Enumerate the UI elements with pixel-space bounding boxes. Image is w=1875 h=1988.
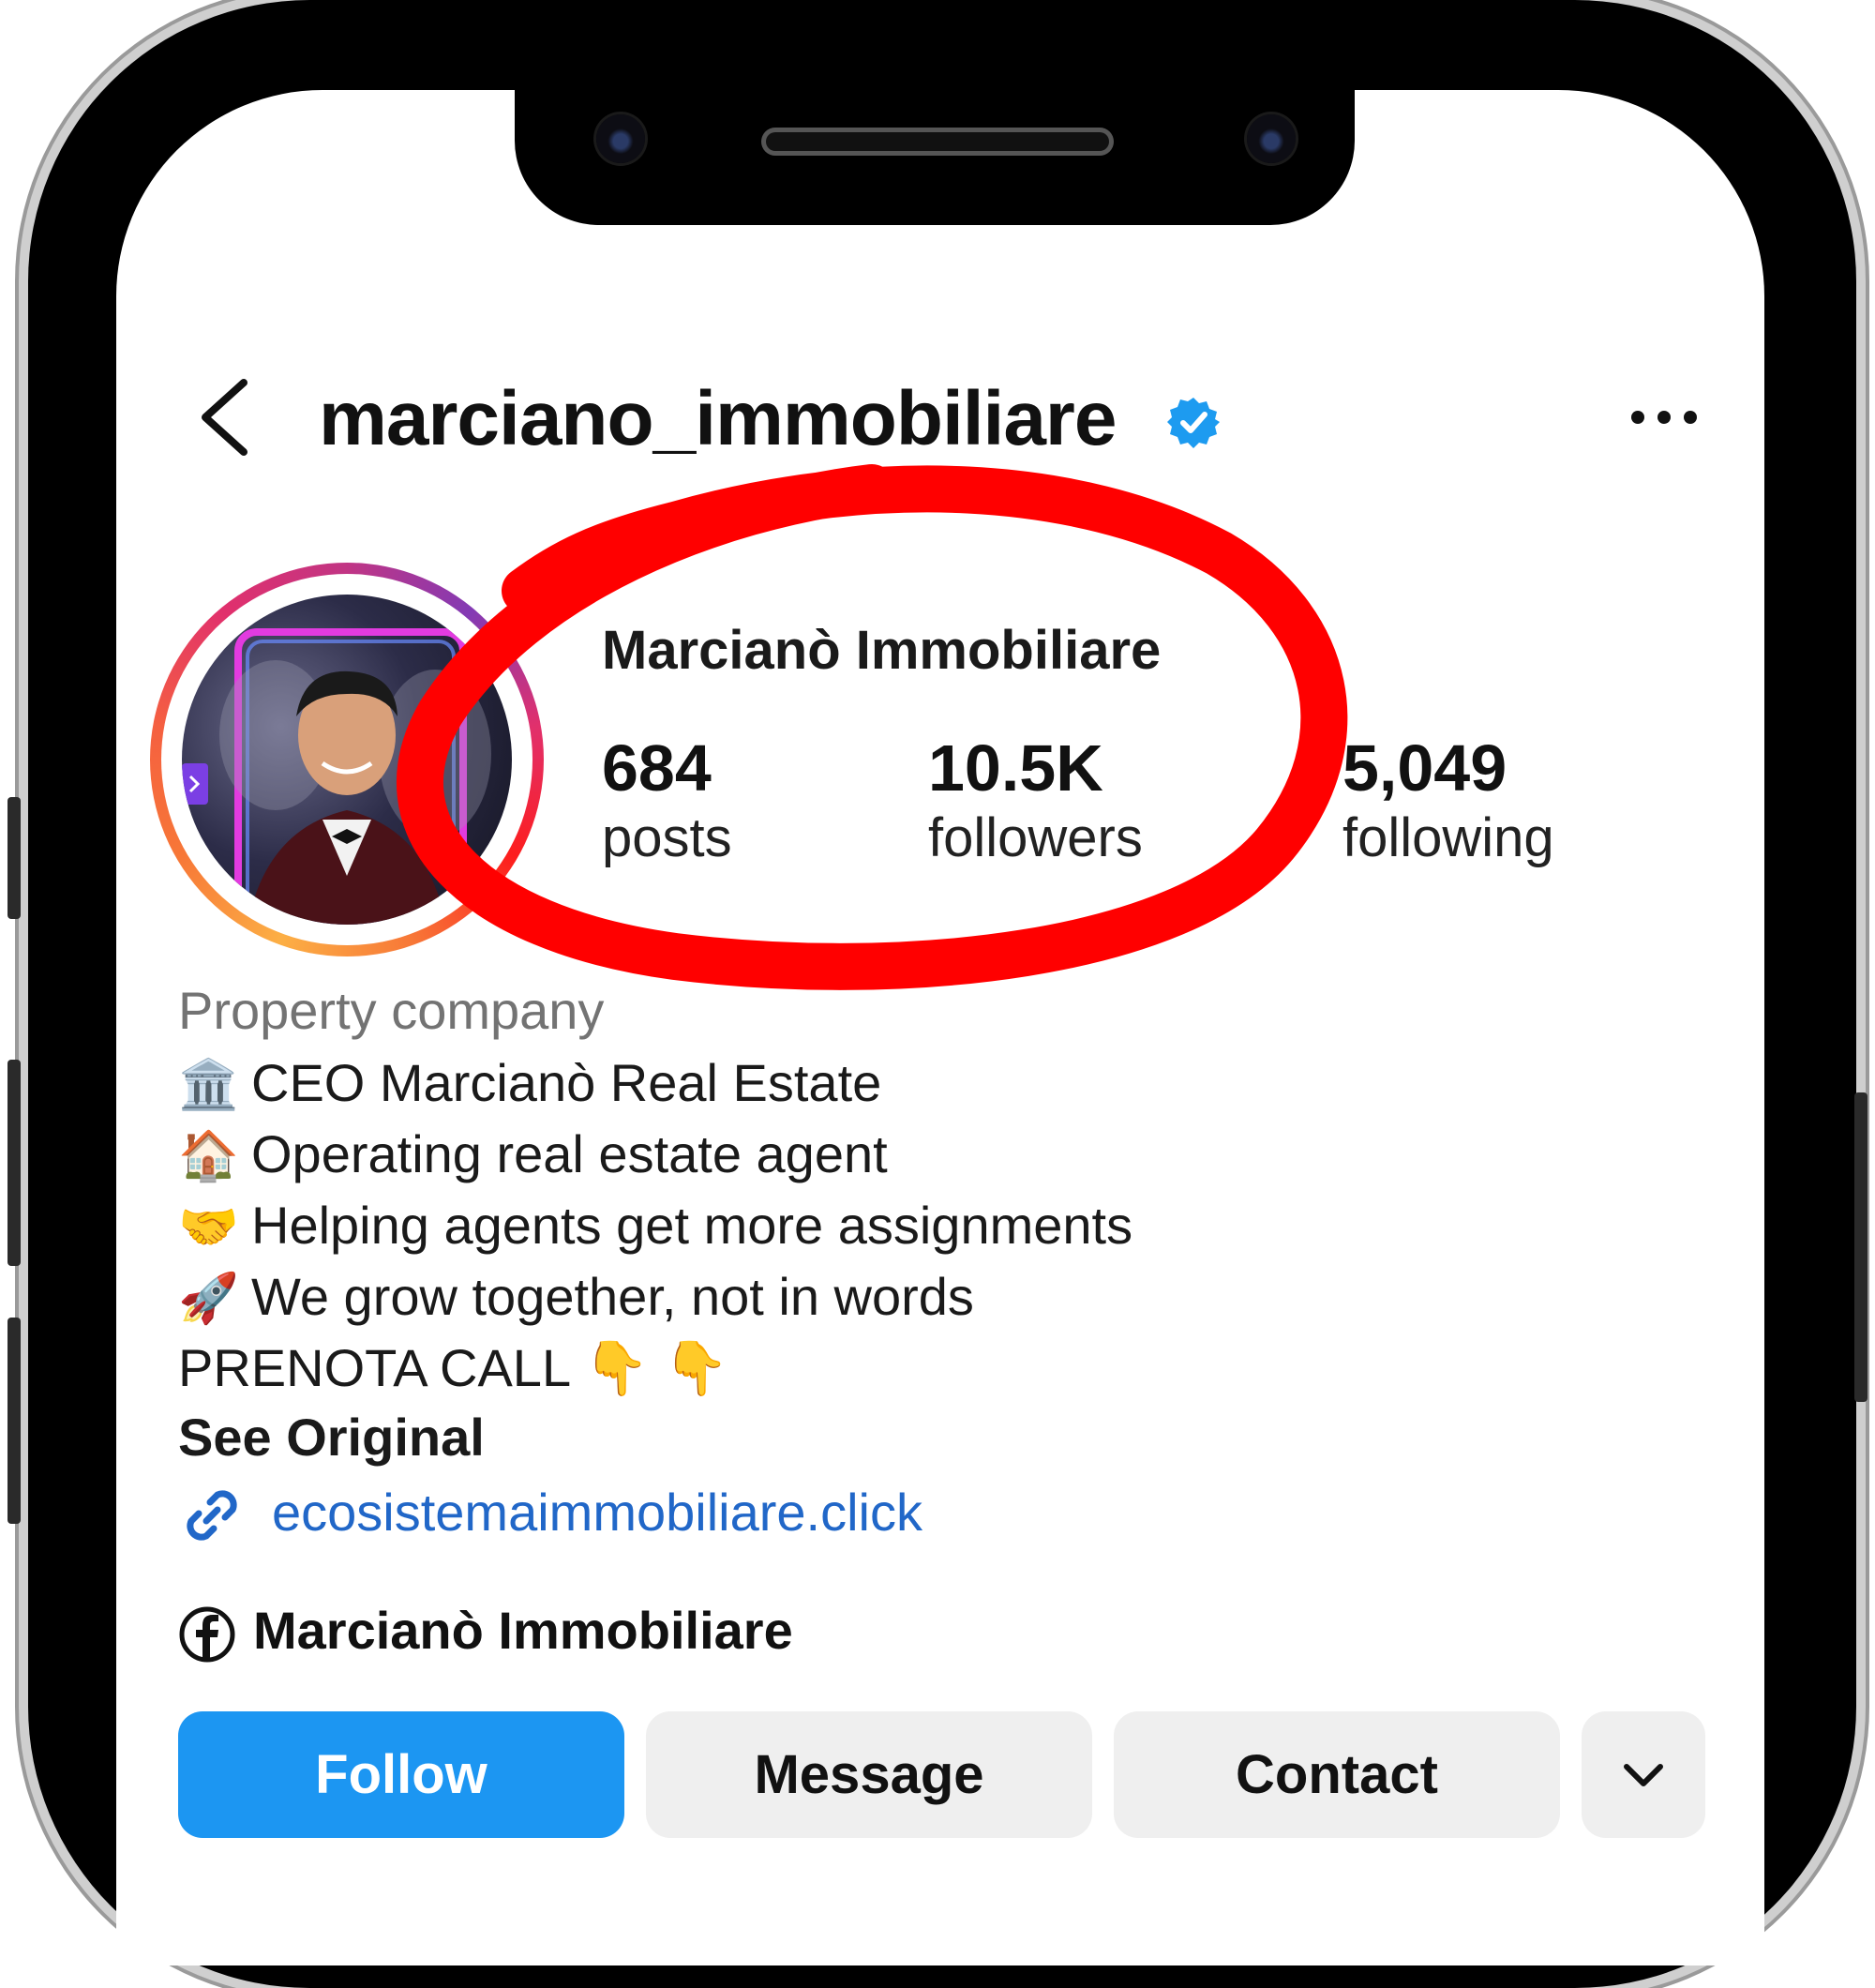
website-link[interactable]: ecosistemaimmobiliare.click [272, 1482, 922, 1543]
chevron-left-icon[interactable] [192, 375, 258, 459]
side-button [1854, 1092, 1868, 1402]
follow-button[interactable]: Follow [178, 1711, 624, 1838]
contact-button[interactable]: Contact [1114, 1711, 1560, 1838]
stat-followers[interactable]: 10.5K followers [928, 731, 1143, 872]
bio-line: 🏠 Operating real estate agent [178, 1123, 888, 1184]
more-horizontal-icon[interactable] [1627, 403, 1702, 431]
stat-label: following [1342, 807, 1554, 868]
side-button [8, 1060, 21, 1266]
message-button[interactable]: Message [646, 1711, 1092, 1838]
bio-line: 🏛️ CEO Marcianò Real Estate [178, 1052, 881, 1113]
link-icon [187, 1490, 237, 1541]
notch [515, 90, 1355, 225]
stat-value: 684 [602, 731, 712, 805]
see-original-link[interactable]: See Original [178, 1407, 485, 1468]
facebook-icon [179, 1606, 235, 1663]
bio-text: PRENOTA CALL 👇 👇 [178, 1338, 729, 1397]
bio-line: 🤝 Helping agents get more assignments [178, 1195, 1132, 1256]
verified-badge-icon [1167, 398, 1220, 448]
speaker [761, 128, 1114, 156]
rocket-emoji-icon: 🚀 [178, 1272, 239, 1326]
profile-username: marciano_immobiliare [319, 376, 1117, 461]
stat-label: posts [602, 807, 732, 868]
stat-following[interactable]: 5,049 following [1342, 731, 1554, 872]
bio-line: PRENOTA CALL 👇 👇 [178, 1337, 729, 1399]
side-button [8, 797, 21, 919]
camera-icon [1247, 114, 1296, 163]
handshake-emoji-icon: 🤝 [178, 1200, 239, 1255]
house-emoji-icon: 🏠 [178, 1129, 239, 1183]
bio-line: 🚀 We grow together, not in words [178, 1266, 974, 1327]
bank-emoji-icon: 🏛️ [178, 1058, 239, 1112]
display-name: Marcianò Immobiliare [602, 620, 1162, 681]
bio-text: Operating real estate agent [251, 1124, 888, 1183]
stat-posts[interactable]: 684 posts [602, 731, 732, 872]
chevron-down-icon [1624, 1763, 1663, 1786]
story-ring[interactable] [150, 563, 544, 956]
profile-avatar [182, 595, 512, 925]
facebook-page-link[interactable]: Marcianò Immobiliare [253, 1600, 793, 1661]
bio-text: We grow together, not in words [251, 1267, 974, 1326]
profile-category: Property company [178, 981, 605, 1040]
stat-value: 10.5K [928, 731, 1103, 805]
camera-icon [596, 114, 645, 163]
side-button [8, 1318, 21, 1524]
stat-value: 5,049 [1342, 731, 1508, 805]
more-options-button[interactable] [1582, 1711, 1705, 1838]
bio-text: CEO Marcianò Real Estate [251, 1053, 882, 1112]
bio-text: Helping agents get more assignments [251, 1196, 1133, 1255]
stat-label: followers [928, 807, 1143, 868]
